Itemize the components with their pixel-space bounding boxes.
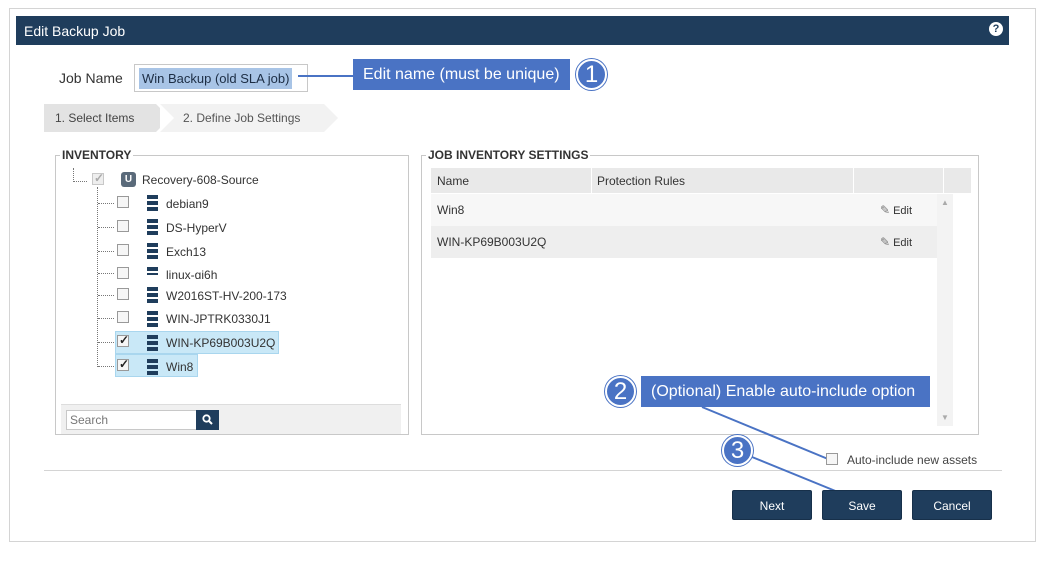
tree-item-label[interactable]: DS-HyperV — [166, 221, 227, 235]
help-icon[interactable]: ? — [989, 22, 1003, 36]
edit-label: Edit — [893, 237, 913, 249]
column-header-name[interactable]: Name — [437, 174, 469, 188]
server-icon — [147, 267, 158, 275]
callout-2-text: (Optional) Enable auto-include option — [641, 376, 930, 407]
dialog-title-bar: Edit Backup Job ? — [16, 16, 1009, 45]
tree-connector — [98, 251, 114, 252]
tree-connector — [98, 366, 114, 367]
item-checkbox-w2016st-hv-200-173[interactable] — [117, 288, 129, 300]
table-row[interactable]: Win8 ✎ Edit — [431, 194, 938, 226]
tree-root-label: Recovery-608-Source — [142, 173, 259, 187]
tree-connector — [73, 168, 74, 182]
tree-connector — [98, 227, 114, 228]
callout-2-number: 2 — [605, 376, 636, 407]
column-header-protection-rules[interactable]: Protection Rules — [597, 174, 685, 188]
item-checkbox-debian9[interactable] — [117, 196, 129, 208]
item-checkbox-win-kp69b003u2q[interactable] — [117, 333, 129, 347]
job-name-input[interactable]: Win Backup (old SLA job) — [134, 64, 308, 92]
server-icon — [147, 243, 158, 259]
item-checkbox-win-jptrk0330j1[interactable] — [117, 311, 129, 323]
callout-3-number: 3 — [722, 435, 753, 466]
dialog-title: Edit Backup Job — [24, 23, 126, 39]
tree-connector — [98, 203, 114, 204]
table-row[interactable]: WIN-KP69B003U2Q ✎ Edit — [431, 226, 938, 258]
job-name-label: Job Name — [59, 70, 123, 86]
auto-include-label[interactable]: Auto-include new assets — [847, 453, 977, 467]
item-checkbox-ds-hyperv[interactable] — [117, 220, 129, 232]
root-checkbox — [92, 171, 104, 185]
server-icon — [147, 195, 158, 211]
tree-item-label[interactable]: debian9 — [166, 197, 209, 211]
scroll-up-arrow-icon[interactable]: ▲ — [941, 198, 949, 207]
callout-1-number: 1 — [576, 59, 607, 90]
inventory-legend: INVENTORY — [60, 148, 134, 162]
cancel-button[interactable]: Cancel — [912, 490, 992, 520]
row-name: WIN-KP69B003U2Q — [437, 235, 547, 249]
tree-item-label[interactable]: W2016ST-HV-200-173 — [166, 289, 287, 303]
column-separator — [853, 168, 854, 193]
inventory-search-input[interactable]: Search — [66, 410, 197, 430]
tree-connector — [98, 295, 114, 296]
tree-item-label[interactable]: WIN-KP69B003U2Q — [166, 336, 275, 350]
tree-connector — [97, 187, 98, 367]
callout-1-pointer — [298, 75, 354, 77]
server-icon — [147, 219, 158, 235]
scroll-down-arrow-icon[interactable]: ▼ — [941, 413, 949, 422]
edit-label: Edit — [893, 205, 913, 217]
wizard-step-select-items[interactable]: 1. Select Items — [44, 104, 170, 132]
item-checkbox-exch13[interactable] — [117, 244, 129, 256]
save-button[interactable]: Save — [822, 490, 902, 520]
server-icon — [147, 335, 158, 351]
search-icon — [202, 414, 213, 425]
grid-scrollbar[interactable]: ▲ ▼ — [937, 194, 953, 426]
pencil-icon: ✎ — [880, 203, 891, 217]
tree-item-label[interactable]: WIN-JPTRK0330J1 — [166, 312, 271, 326]
tree-item-label[interactable]: Win8 — [166, 360, 193, 374]
pencil-icon: ✎ — [880, 235, 891, 249]
callout-1-text: Edit name (must be unique) — [353, 59, 570, 90]
edit-link[interactable]: ✎ Edit — [880, 203, 912, 217]
column-separator — [943, 168, 944, 193]
job-inventory-legend: JOB INVENTORY SETTINGS — [426, 148, 591, 162]
next-button[interactable]: Next — [732, 490, 812, 520]
tree-connector — [98, 318, 114, 319]
column-separator — [591, 168, 592, 193]
server-icon — [147, 287, 158, 303]
search-button[interactable] — [196, 410, 219, 430]
tree-item-label[interactable]: linux-gi6h — [166, 268, 217, 279]
wizard-step-define-job-settings[interactable]: 2. Define Job Settings — [160, 104, 338, 132]
item-checkbox-win8[interactable] — [117, 357, 129, 371]
server-icon — [147, 359, 158, 375]
row-name: Win8 — [437, 203, 465, 217]
tree-connector — [98, 273, 114, 274]
server-icon — [147, 311, 158, 327]
tree-connector — [98, 342, 114, 343]
tree-connector — [73, 181, 87, 182]
source-icon: U — [121, 172, 136, 187]
job-name-value: Win Backup (old SLA job) — [139, 68, 293, 89]
job-inventory-grid-header: Name Protection Rules — [431, 168, 971, 193]
edit-link[interactable]: ✎ Edit — [880, 235, 912, 249]
tree-item-label[interactable]: Exch13 — [166, 245, 206, 259]
item-checkbox-linux-gi6h[interactable] — [117, 267, 129, 279]
